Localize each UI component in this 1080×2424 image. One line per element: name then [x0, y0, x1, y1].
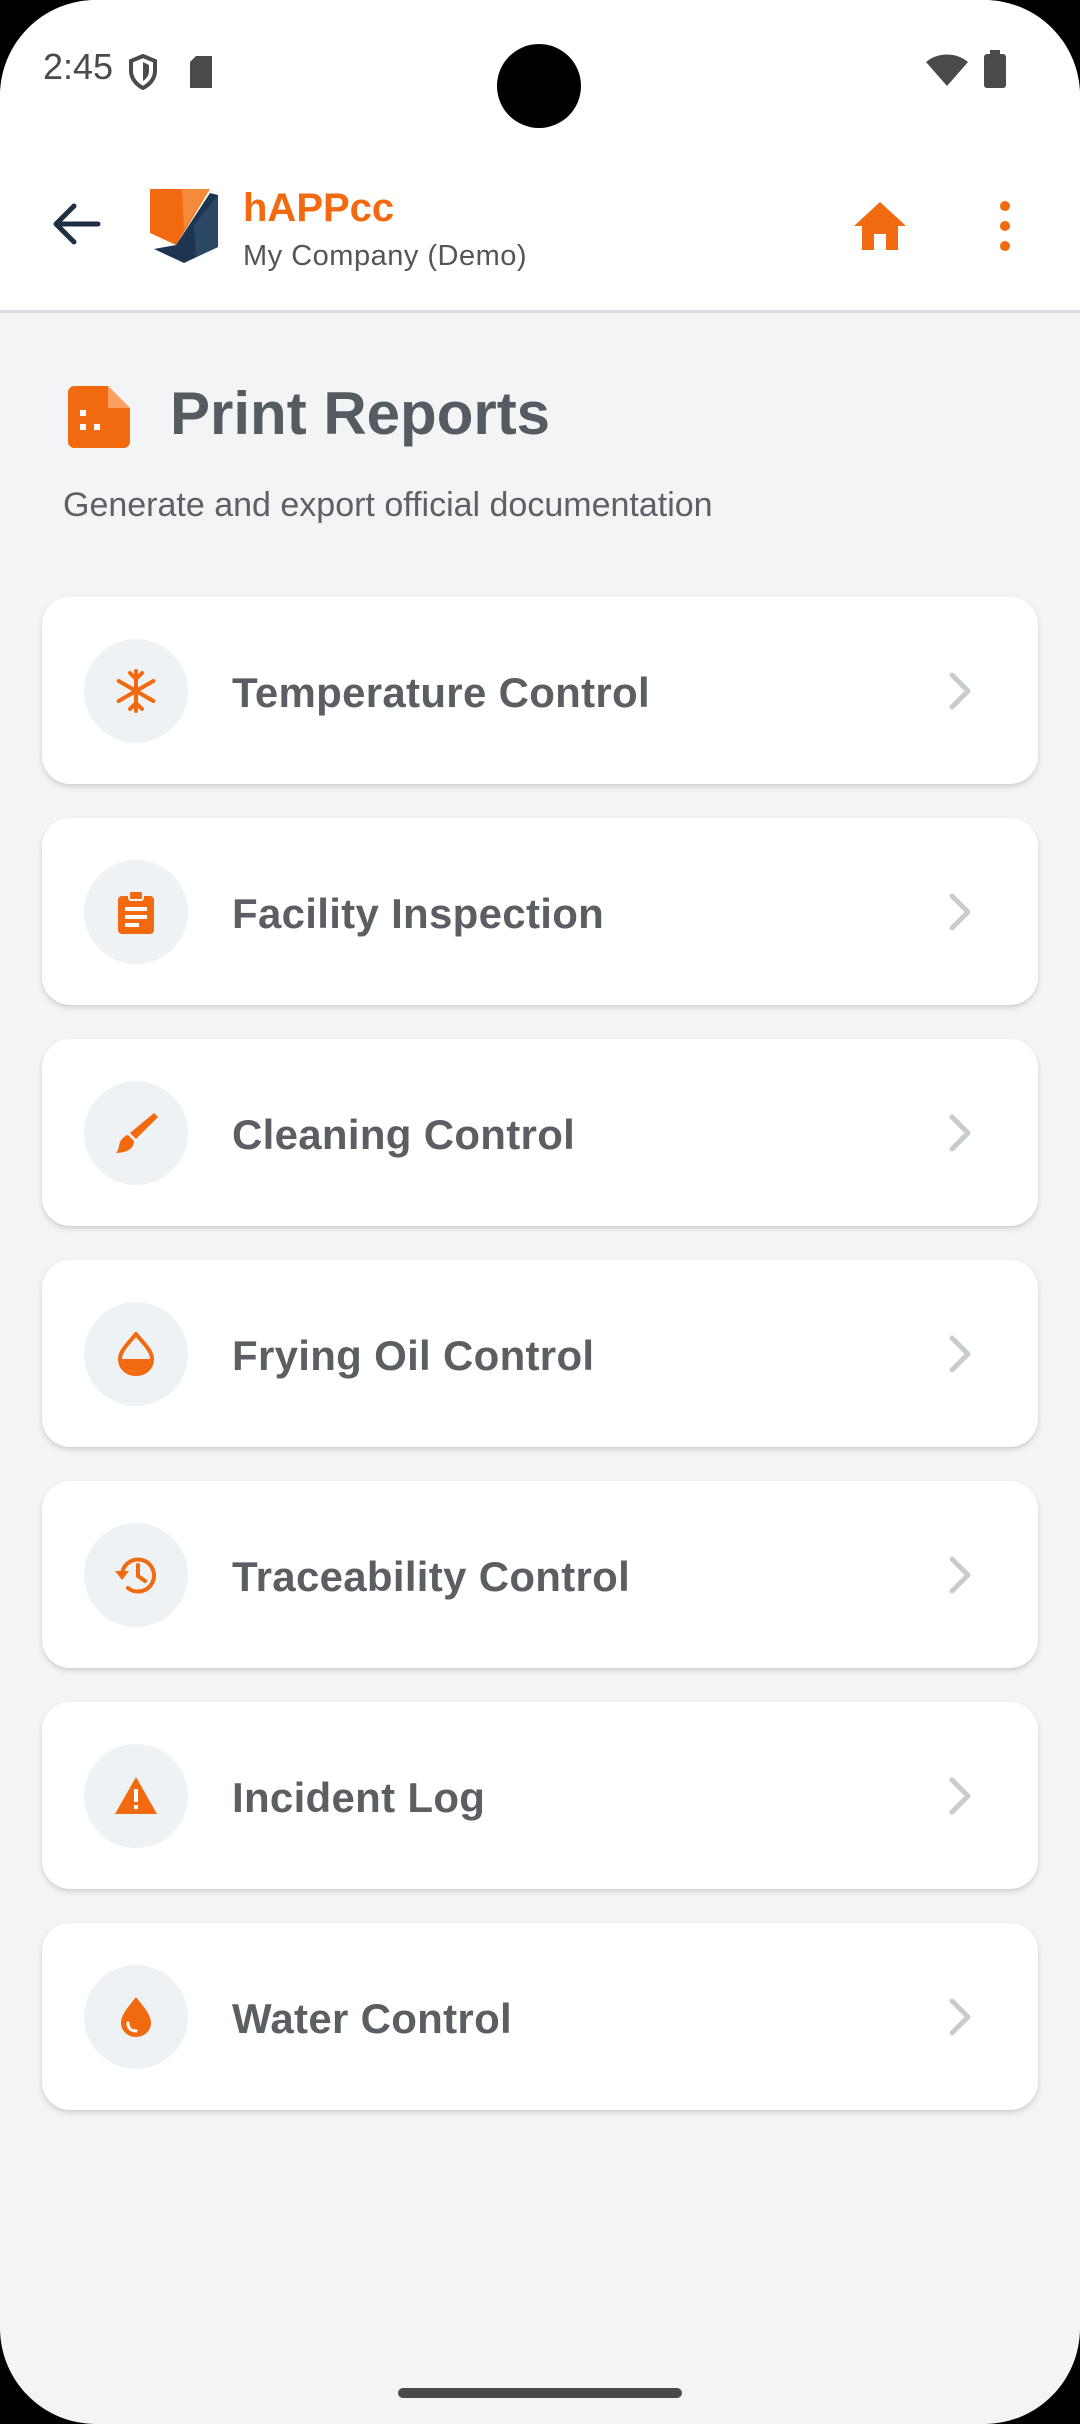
chevron-right-icon: [949, 1998, 971, 2036]
shield-icon: [129, 54, 157, 90]
card-label: Traceability Control: [232, 1553, 631, 1600]
card-icon-circle: [84, 1965, 188, 2069]
more-vert-icon[interactable]: [990, 198, 1020, 254]
clipboard-icon: [118, 890, 154, 934]
report-card-facility-inspection[interactable]: Facility Inspection: [42, 818, 1038, 1005]
sd-card-icon: [190, 56, 212, 88]
warning-icon: [115, 1777, 157, 1814]
chevron-right-icon: [949, 1114, 971, 1152]
card-label: Cleaning Control: [232, 1111, 576, 1158]
water-drop-icon: [121, 1997, 151, 2037]
battery-icon: [984, 50, 1006, 88]
report-card-incident-log[interactable]: Incident Log: [42, 1702, 1038, 1889]
snowflake-icon: [116, 669, 156, 713]
report-card-water-control[interactable]: Water Control: [42, 1923, 1038, 2110]
chevron-right-icon: [949, 893, 971, 931]
report-card-frying-oil-control[interactable]: Frying Oil Control: [42, 1260, 1038, 1447]
app-bar: hAPPcc My Company (Demo): [0, 150, 1080, 313]
screen: 2:45 hAPPcc My Company (Demo) Print Repo…: [0, 0, 1080, 2424]
report-card-temperature-control[interactable]: Temperature Control: [42, 597, 1038, 784]
happcc-logo: [150, 189, 218, 263]
report-card-traceability-control[interactable]: Traceability Control: [42, 1481, 1038, 1668]
document-icon: [68, 386, 130, 448]
status-time: 2:45: [43, 46, 114, 87]
card-icon-circle: [84, 860, 188, 964]
card-label: Frying Oil Control: [232, 1332, 595, 1379]
back-arrow-icon[interactable]: [48, 196, 104, 252]
page-subtitle: Generate and export official documentati…: [63, 486, 713, 524]
report-card-cleaning-control[interactable]: Cleaning Control: [42, 1039, 1038, 1226]
oil-drop-icon: [117, 1332, 155, 1376]
card-icon-circle: [84, 1302, 188, 1406]
app-name: hAPPcc: [243, 186, 395, 230]
card-icon-circle: [84, 1744, 188, 1848]
gesture-nav-bar[interactable]: [398, 2388, 682, 2398]
chevron-right-icon: [949, 672, 971, 710]
home-icon[interactable]: [852, 198, 908, 254]
camera-cutout: [497, 44, 581, 128]
card-icon-circle: [84, 639, 188, 743]
card-label: Water Control: [232, 1995, 512, 2042]
chevron-right-icon: [949, 1556, 971, 1594]
card-icon-circle: [84, 1523, 188, 1627]
chevron-right-icon: [949, 1777, 971, 1815]
card-icon-circle: [84, 1081, 188, 1185]
status-bar: 2:45: [0, 0, 1080, 150]
brush-icon: [116, 1113, 158, 1153]
card-label: Incident Log: [232, 1774, 486, 1821]
wifi-icon: [926, 54, 968, 86]
card-label: Temperature Control: [232, 669, 650, 716]
chevron-right-icon: [949, 1335, 971, 1373]
history-icon: [115, 1557, 156, 1594]
company-name: My Company (Demo): [243, 240, 528, 272]
page-title: Print Reports: [170, 380, 551, 447]
card-label: Facility Inspection: [232, 890, 605, 937]
